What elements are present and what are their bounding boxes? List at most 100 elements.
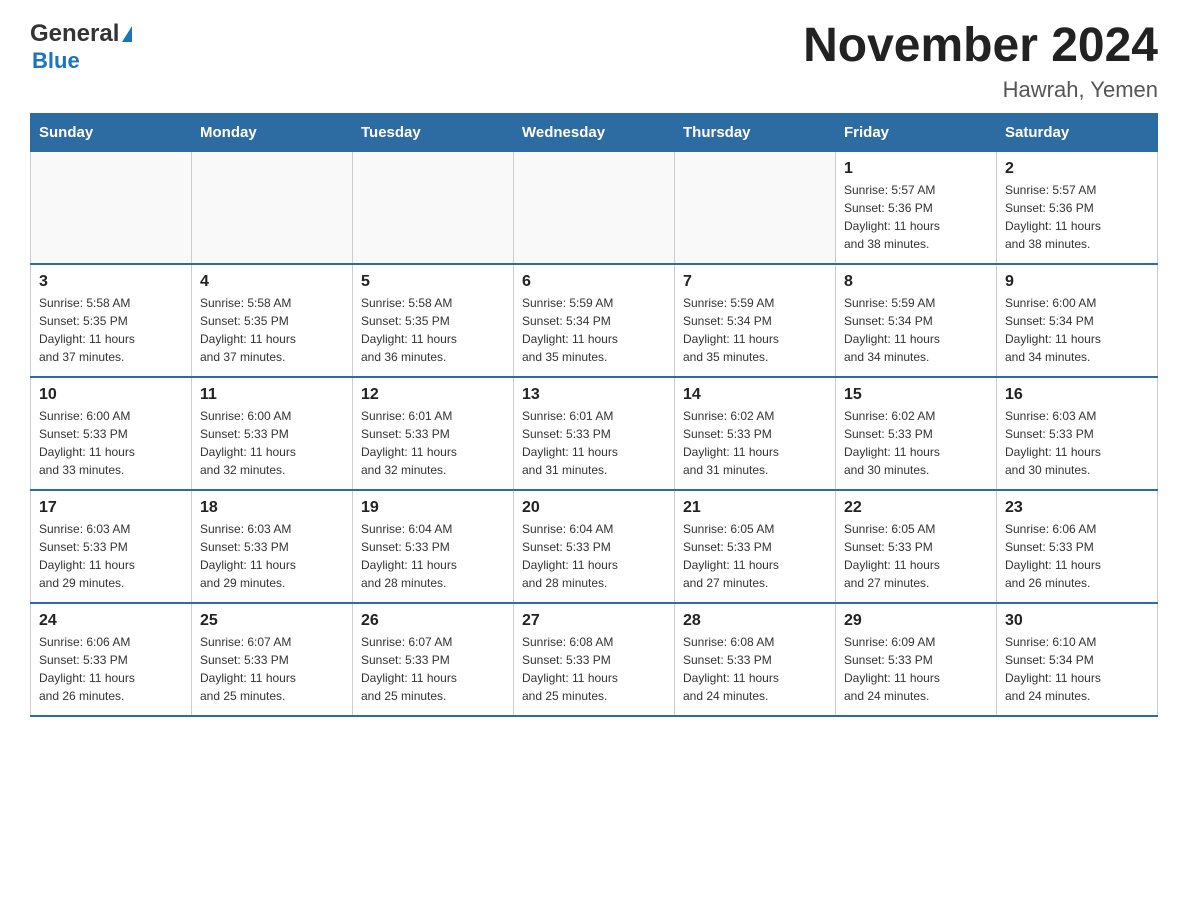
calendar-cell: 4 Sunrise: 5:58 AM Sunset: 5:35 PM Daylig… <box>192 264 353 377</box>
calendar-cell: 18 Sunrise: 6:03 AM Sunset: 5:33 PM Dayli… <box>192 490 353 603</box>
day-number: 25 <box>200 612 344 630</box>
day-info: Sunrise: 6:10 AM Sunset: 5:34 PM Dayligh… <box>1005 633 1149 705</box>
calendar-cell: 7Sunrise: 5:59 AM Sunset: 5:34 PM Daylig… <box>675 264 836 377</box>
day-info: Sunrise: 5:57 AM Sunset: 5:36 PM Dayligh… <box>844 181 988 253</box>
day-info: Sunrise: 6:07 AM Sunset: 5:33 PM Dayligh… <box>361 633 505 705</box>
calendar-title: November 2024 <box>803 20 1158 73</box>
day-info: Sunrise: 6:03 AM Sunset: 5:33 PM Dayligh… <box>1005 407 1149 479</box>
calendar-table: SundayMondayTuesdayWednesdayThursdayFrid… <box>30 113 1158 717</box>
day-number: 2 <box>1005 160 1149 178</box>
calendar-cell <box>675 151 836 264</box>
day-info: Sunrise: 5:57 AM Sunset: 5:36 PM Dayligh… <box>1005 181 1149 253</box>
day-info: Sunrise: 6:06 AM Sunset: 5:33 PM Dayligh… <box>39 633 183 705</box>
day-header-monday: Monday <box>192 113 353 151</box>
day-number: 10 <box>39 386 183 404</box>
day-info: Sunrise: 6:04 AM Sunset: 5:33 PM Dayligh… <box>522 520 666 592</box>
calendar-cell: 2 Sunrise: 5:57 AM Sunset: 5:36 PM Daylig… <box>997 151 1158 264</box>
calendar-subtitle: Hawrah, Yemen <box>803 77 1158 103</box>
calendar-cell: 3Sunrise: 5:58 AM Sunset: 5:35 PM Daylig… <box>31 264 192 377</box>
calendar-cell: 26Sunrise: 6:07 AM Sunset: 5:33 PM Dayli… <box>353 603 514 716</box>
calendar-cell: 30Sunrise: 6:10 AM Sunset: 5:34 PM Dayli… <box>997 603 1158 716</box>
day-number: 6 <box>522 273 666 291</box>
calendar-cell <box>31 151 192 264</box>
day-number: 17 <box>39 499 183 517</box>
day-info: Sunrise: 5:59 AM Sunset: 5:34 PM Dayligh… <box>683 294 827 366</box>
day-info: Sunrise: 6:06 AM Sunset: 5:33 PM Dayligh… <box>1005 520 1149 592</box>
day-number: 24 <box>39 612 183 630</box>
day-number: 27 <box>522 612 666 630</box>
day-number: 1 <box>844 160 988 178</box>
day-info: Sunrise: 6:05 AM Sunset: 5:33 PM Dayligh… <box>683 520 827 592</box>
calendar-cell: 17Sunrise: 6:03 AM Sunset: 5:33 PM Dayli… <box>31 490 192 603</box>
day-info: Sunrise: 5:58 AM Sunset: 5:35 PM Dayligh… <box>361 294 505 366</box>
day-info: Sunrise: 5:59 AM Sunset: 5:34 PM Dayligh… <box>522 294 666 366</box>
calendar-cell: 24 Sunrise: 6:06 AM Sunset: 5:33 PM Dayli… <box>31 603 192 716</box>
day-info: Sunrise: 6:00 AM Sunset: 5:33 PM Dayligh… <box>200 407 344 479</box>
day-info: Sunrise: 6:01 AM Sunset: 5:33 PM Dayligh… <box>522 407 666 479</box>
day-number: 28 <box>683 612 827 630</box>
day-number: 22 <box>844 499 988 517</box>
days-header-row: SundayMondayTuesdayWednesdayThursdayFrid… <box>31 113 1158 151</box>
page-header: General Blue November 2024 Hawrah, Yemen <box>30 20 1158 103</box>
calendar-cell: 12 Sunrise: 6:01 AM Sunset: 5:33 PM Dayli… <box>353 377 514 490</box>
day-number: 23 <box>1005 499 1149 517</box>
calendar-cell: 14 Sunrise: 6:02 AM Sunset: 5:33 PM Dayli… <box>675 377 836 490</box>
logo-general-text: General <box>30 20 119 48</box>
day-info: Sunrise: 6:05 AM Sunset: 5:33 PM Dayligh… <box>844 520 988 592</box>
day-header-saturday: Saturday <box>997 113 1158 151</box>
calendar-cell: 13 Sunrise: 6:01 AM Sunset: 5:33 PM Dayli… <box>514 377 675 490</box>
calendar-cell: 27 Sunrise: 6:08 AM Sunset: 5:33 PM Dayli… <box>514 603 675 716</box>
day-number: 12 <box>361 386 505 404</box>
week-row-3: 10 Sunrise: 6:00 AM Sunset: 5:33 PM Dayli… <box>31 377 1158 490</box>
day-info: Sunrise: 6:01 AM Sunset: 5:33 PM Dayligh… <box>361 407 505 479</box>
calendar-cell: 8 Sunrise: 5:59 AM Sunset: 5:34 PM Daylig… <box>836 264 997 377</box>
calendar-cell: 5 Sunrise: 5:58 AM Sunset: 5:35 PM Daylig… <box>353 264 514 377</box>
day-number: 5 <box>361 273 505 291</box>
week-row-4: 17 Sunrise: 6:03 AM Sunset: 5:33 PM Dayli… <box>31 490 1158 603</box>
week-row-5: 24 Sunrise: 6:06 AM Sunset: 5:33 PM Dayli… <box>31 603 1158 716</box>
calendar-cell: 6 Sunrise: 5:59 AM Sunset: 5:34 PM Daylig… <box>514 264 675 377</box>
day-number: 15 <box>844 386 988 404</box>
day-info: Sunrise: 6:07 AM Sunset: 5:33 PM Dayligh… <box>200 633 344 705</box>
week-row-2: 3 Sunrise: 5:58 AM Sunset: 5:35 PM Daylig… <box>31 264 1158 377</box>
day-header-sunday: Sunday <box>31 113 192 151</box>
calendar-cell: 23 Sunrise: 6:06 AM Sunset: 5:33 PM Dayli… <box>997 490 1158 603</box>
calendar-cell: 25 Sunrise: 6:07 AM Sunset: 5:33 PM Dayli… <box>192 603 353 716</box>
day-number: 19 <box>361 499 505 517</box>
day-number: 3 <box>39 273 183 291</box>
day-number: 20 <box>522 499 666 517</box>
calendar-cell: 19Sunrise: 6:04 AM Sunset: 5:33 PM Dayli… <box>353 490 514 603</box>
day-info: Sunrise: 5:58 AM Sunset: 5:35 PM Dayligh… <box>200 294 344 366</box>
calendar-cell: 9 Sunrise: 6:00 AM Sunset: 5:34 PM Daylig… <box>997 264 1158 377</box>
day-info: Sunrise: 6:08 AM Sunset: 5:33 PM Dayligh… <box>683 633 827 705</box>
day-number: 13 <box>522 386 666 404</box>
day-number: 8 <box>844 273 988 291</box>
calendar-cell: 1 Sunrise: 5:57 AM Sunset: 5:36 PM Daylig… <box>836 151 997 264</box>
calendar-cell: 21 Sunrise: 6:05 AM Sunset: 5:33 PM Dayli… <box>675 490 836 603</box>
logo-blue-text: Blue <box>32 48 80 74</box>
day-header-thursday: Thursday <box>675 113 836 151</box>
day-number: 11 <box>200 386 344 404</box>
day-info: Sunrise: 6:02 AM Sunset: 5:33 PM Dayligh… <box>683 407 827 479</box>
title-block: November 2024 Hawrah, Yemen <box>803 20 1158 103</box>
day-info: Sunrise: 6:03 AM Sunset: 5:33 PM Dayligh… <box>200 520 344 592</box>
logo: General Blue <box>30 20 132 74</box>
calendar-cell: 16Sunrise: 6:03 AM Sunset: 5:33 PM Dayli… <box>997 377 1158 490</box>
day-info: Sunrise: 6:08 AM Sunset: 5:33 PM Dayligh… <box>522 633 666 705</box>
calendar-cell <box>514 151 675 264</box>
day-info: Sunrise: 6:00 AM Sunset: 5:34 PM Dayligh… <box>1005 294 1149 366</box>
calendar-cell: 15Sunrise: 6:02 AM Sunset: 5:33 PM Dayli… <box>836 377 997 490</box>
day-number: 9 <box>1005 273 1149 291</box>
day-info: Sunrise: 6:00 AM Sunset: 5:33 PM Dayligh… <box>39 407 183 479</box>
calendar-cell: 20 Sunrise: 6:04 AM Sunset: 5:33 PM Dayli… <box>514 490 675 603</box>
day-number: 21 <box>683 499 827 517</box>
day-info: Sunrise: 5:59 AM Sunset: 5:34 PM Dayligh… <box>844 294 988 366</box>
day-number: 4 <box>200 273 344 291</box>
day-header-wednesday: Wednesday <box>514 113 675 151</box>
logo-triangle-icon <box>122 26 132 42</box>
calendar-cell: 29Sunrise: 6:09 AM Sunset: 5:33 PM Dayli… <box>836 603 997 716</box>
day-number: 14 <box>683 386 827 404</box>
calendar-cell: 22 Sunrise: 6:05 AM Sunset: 5:33 PM Dayli… <box>836 490 997 603</box>
day-number: 18 <box>200 499 344 517</box>
day-header-friday: Friday <box>836 113 997 151</box>
